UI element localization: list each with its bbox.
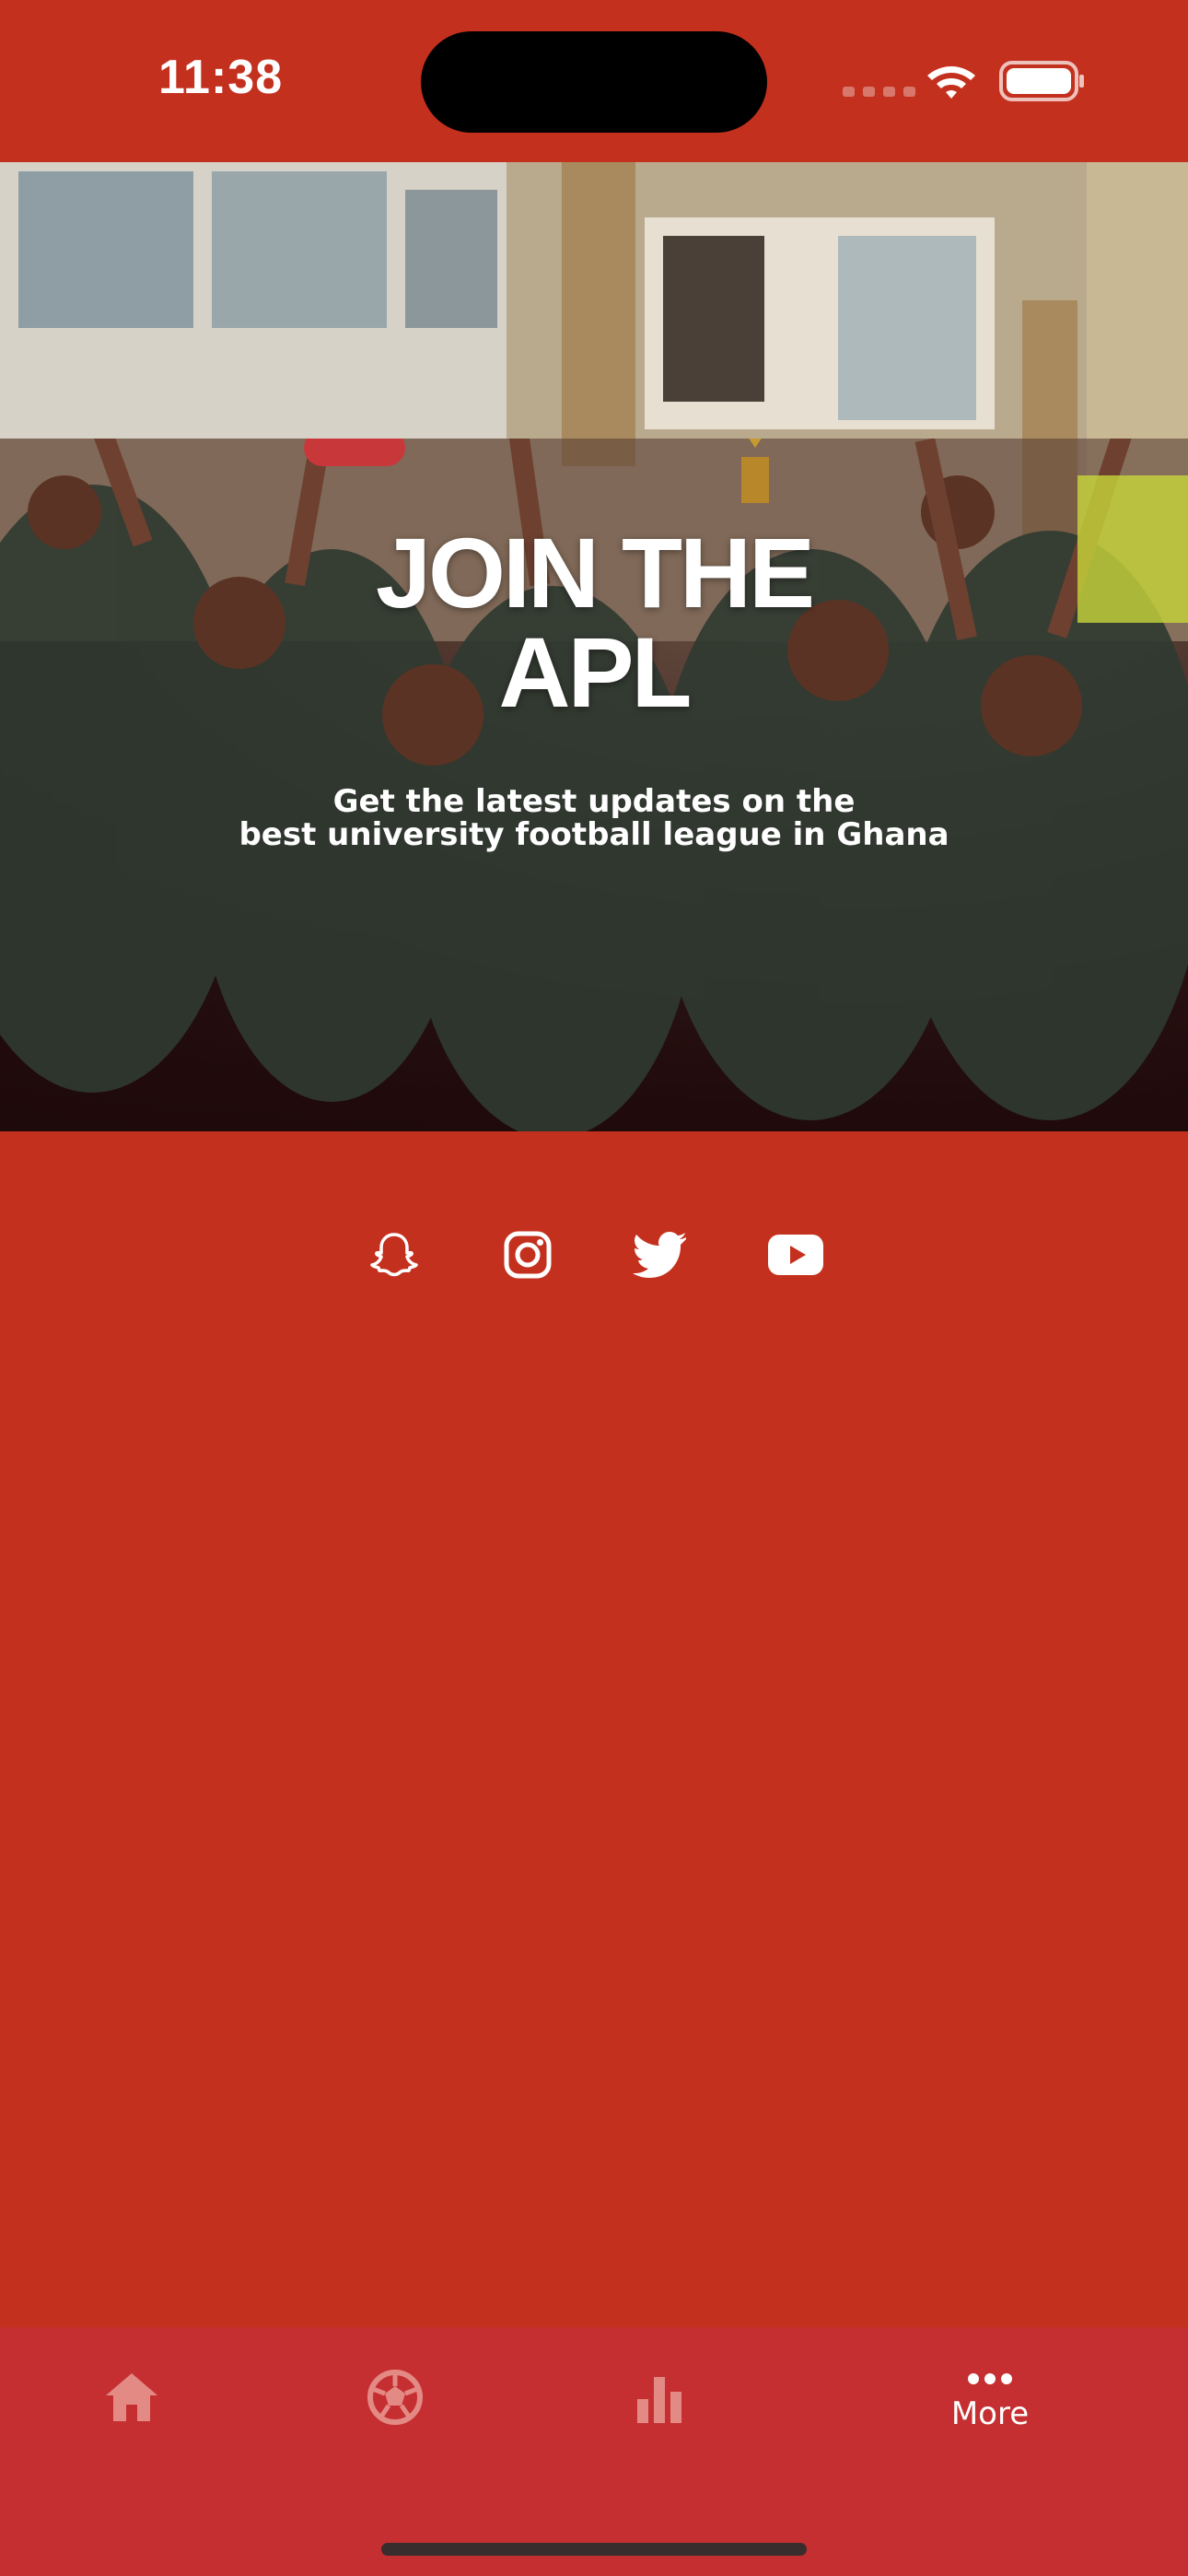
hero-title-line1: JOIN THE: [375, 517, 815, 628]
cellular-signal-icon: [843, 87, 915, 97]
snapchat-icon[interactable]: [365, 1225, 424, 1284]
social-links: [0, 1225, 1188, 1284]
tab-home[interactable]: [49, 2327, 215, 2493]
instagram-icon[interactable]: [498, 1225, 557, 1284]
tab-standings[interactable]: [577, 2327, 742, 2493]
bar-chart-icon: [637, 2377, 681, 2423]
tab-more-label: More: [950, 2395, 1030, 2432]
hero-subtitle: Get the latest updates on the best unive…: [0, 785, 1188, 851]
status-time: 11:38: [158, 51, 284, 104]
status-bar: 11:38: [0, 0, 1188, 162]
tab-more[interactable]: More: [907, 2327, 1073, 2493]
hero-subtitle-line2: best university football league in Ghana: [239, 816, 949, 853]
hero-subtitle-line1: Get the latest updates on the: [332, 783, 856, 820]
tab-matches[interactable]: [312, 2327, 478, 2493]
dynamic-island: [421, 31, 767, 133]
more-dots-icon: [968, 2373, 1012, 2384]
home-indicator[interactable]: [381, 2543, 807, 2556]
home-icon: [106, 2373, 157, 2421]
youtube-icon[interactable]: [766, 1225, 825, 1284]
hero-banner: JOIN THE APL Get the latest updates on t…: [0, 162, 1188, 1131]
twitter-icon[interactable]: [631, 1225, 690, 1284]
battery-icon: [999, 61, 1084, 101]
hero-title: JOIN THE APL: [0, 523, 1188, 722]
hero-title-line2: APL: [498, 616, 693, 728]
soccer-ball-icon: [367, 2370, 423, 2425]
bottom-tab-bar: More: [0, 2327, 1188, 2576]
wifi-icon: [927, 66, 975, 99]
